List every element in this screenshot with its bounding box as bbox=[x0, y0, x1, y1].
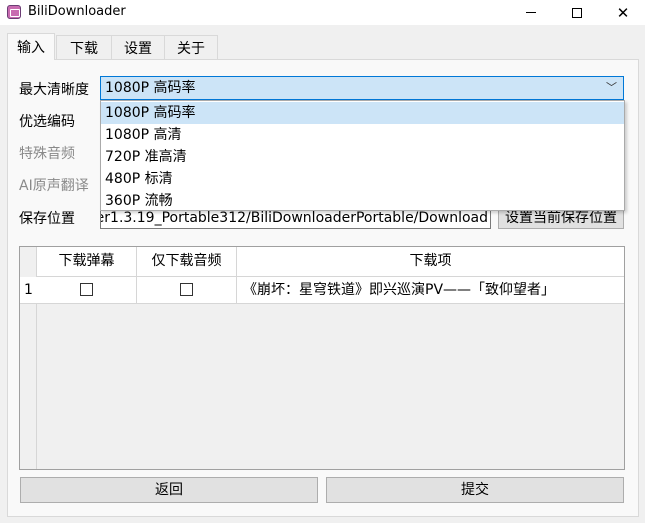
maximize-button[interactable] bbox=[554, 0, 600, 25]
app-icon bbox=[7, 5, 21, 19]
danmaku-checkbox[interactable] bbox=[80, 283, 93, 296]
close-button[interactable]: ✕ bbox=[600, 0, 645, 25]
back-button[interactable]: 返回 bbox=[20, 477, 318, 503]
tab-input[interactable]: 输入 bbox=[7, 33, 55, 60]
max-quality-select[interactable]: 1080P 高码率 ﹀ bbox=[100, 76, 624, 100]
minimize-icon bbox=[526, 12, 536, 13]
special-audio-label: 特殊音频 bbox=[19, 146, 75, 162]
quality-option[interactable]: 720P 准高清 bbox=[101, 146, 624, 168]
minimize-button[interactable] bbox=[508, 0, 554, 25]
row-header-column: 1 bbox=[20, 247, 37, 469]
tab-about[interactable]: 关于 bbox=[164, 35, 218, 59]
chevron-down-icon: ﹀ bbox=[606, 81, 617, 94]
column-header-audio-only[interactable]: 仅下载音频 bbox=[137, 247, 237, 277]
column-header-item[interactable]: 下载项 bbox=[237, 247, 624, 277]
tab-download[interactable]: 下载 bbox=[56, 35, 112, 59]
close-icon: ✕ bbox=[616, 3, 630, 22]
quality-option[interactable]: 480P 标清 bbox=[101, 168, 624, 190]
quality-option[interactable]: 1080P 高清 bbox=[101, 124, 624, 146]
quality-option[interactable]: 360P 流畅 bbox=[101, 190, 624, 212]
audio-only-checkbox[interactable] bbox=[180, 283, 193, 296]
download-item-cell: 《崩坏：星穹铁道》即兴巡演PV——「致仰望者」 bbox=[243, 282, 556, 298]
save-location-label: 保存位置 bbox=[19, 211, 75, 227]
tab-settings[interactable]: 设置 bbox=[111, 35, 165, 59]
quality-option[interactable]: 1080P 高码率 bbox=[101, 102, 624, 124]
audio-only-cell bbox=[137, 277, 237, 304]
max-quality-value: 1080P 高码率 bbox=[105, 80, 196, 96]
download-items-table: 下载弹幕 仅下载音频 下载项 1 《崩坏：星穹铁道》即兴巡演PV——「致仰望者」 bbox=[19, 246, 625, 470]
submit-button[interactable]: 提交 bbox=[326, 477, 624, 503]
danmaku-cell bbox=[37, 277, 137, 304]
maximize-icon bbox=[572, 7, 582, 18]
max-quality-label: 最大清晰度 bbox=[19, 82, 89, 98]
title-bar: BiliDownloader ✕ bbox=[0, 0, 645, 25]
table-header: 下载弹幕 仅下载音频 下载项 bbox=[20, 247, 624, 277]
column-header-danmaku[interactable]: 下载弹幕 bbox=[37, 247, 137, 277]
table-row[interactable]: 《崩坏：星穹铁道》即兴巡演PV——「致仰望者」 bbox=[37, 277, 624, 304]
quality-dropdown-list: 1080P 高码率 1080P 高清 720P 准高清 480P 标清 360P… bbox=[100, 100, 625, 211]
ai-translate-label: AI原声翻译 bbox=[19, 178, 89, 194]
codec-label: 优选编码 bbox=[19, 114, 75, 130]
row-number: 1 bbox=[20, 277, 37, 304]
window-title: BiliDownloader bbox=[28, 4, 126, 19]
